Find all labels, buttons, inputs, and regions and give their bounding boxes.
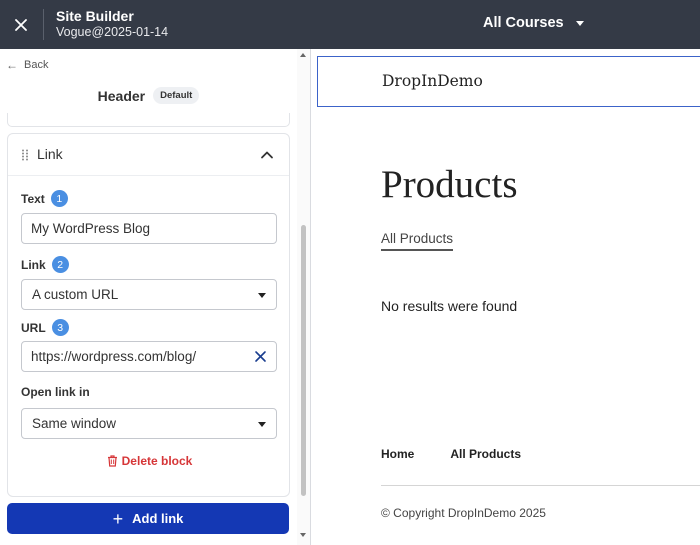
site-name[interactable]: DropInDemo	[382, 72, 483, 90]
open-in-select[interactable]: Same window	[21, 408, 277, 439]
link-text-input[interactable]: My WordPress Blog	[21, 213, 277, 244]
link-type-value: A custom URL	[32, 287, 119, 302]
open-in-field-label: Open link in	[21, 385, 90, 399]
close-icon	[15, 18, 27, 31]
default-badge: Default	[153, 87, 200, 104]
footer-nav: Home All Products	[381, 447, 557, 461]
delete-block-button[interactable]: Delete block	[8, 454, 291, 468]
add-link-label: Add link	[132, 511, 184, 526]
chevron-up-icon[interactable]	[259, 147, 275, 163]
footer-link-all-products[interactable]: All Products	[450, 447, 521, 461]
scroll-thumb[interactable]	[301, 225, 306, 496]
arrow-left-icon: ←	[6, 58, 18, 72]
drag-handle-icon[interactable]	[21, 149, 29, 161]
url-value: https://wordpress.com/blog/	[31, 349, 197, 364]
scroll-up-icon[interactable]	[300, 53, 306, 57]
link-text-value: My WordPress Blog	[31, 221, 151, 236]
back-link[interactable]: ← Back	[6, 58, 48, 72]
link-label: Link	[21, 257, 46, 272]
open-in-label: Open link in	[21, 385, 90, 399]
course-selector-label: All Courses	[483, 15, 564, 31]
text-label: Text	[21, 191, 45, 206]
text-field-label: Text 1	[21, 190, 68, 207]
link-card-title: Link	[37, 146, 63, 162]
close-button[interactable]	[0, 0, 42, 49]
back-label: Back	[24, 59, 49, 71]
url-input[interactable]: https://wordpress.com/blog/	[21, 341, 277, 372]
course-selector[interactable]: All Courses	[483, 15, 584, 31]
link-field-label: Link 2	[21, 256, 69, 273]
app-subtitle: Vogue@2025-01-14	[56, 25, 169, 39]
url-field-label: URL 3	[21, 319, 69, 336]
open-in-value: Same window	[32, 416, 117, 431]
panel-scrollbar[interactable]	[297, 49, 310, 545]
chevron-down-icon	[258, 422, 266, 427]
trash-icon	[107, 455, 117, 467]
step-badge-3: 3	[51, 319, 69, 336]
top-bar: Site Builder Vogue@2025-01-14 All Course…	[0, 0, 700, 49]
clear-icon[interactable]	[254, 350, 267, 363]
block-settings-panel: ← Back Header Default Link Text 1 My Wor…	[0, 49, 311, 545]
plus-icon: +	[112, 508, 124, 529]
topbar-divider	[43, 9, 44, 40]
app-title: Site Builder	[56, 8, 134, 24]
empty-message: No results were found	[381, 298, 518, 314]
delete-block-label: Delete block	[121, 454, 193, 468]
add-link-button[interactable]: + Add link	[7, 503, 289, 534]
footer-link-home[interactable]: Home	[381, 447, 414, 461]
step-badge-2: 2	[51, 256, 69, 273]
block-title-row: Header Default	[0, 87, 297, 104]
chevron-down-icon	[575, 20, 584, 26]
chevron-down-icon	[258, 293, 266, 298]
scroll-down-icon[interactable]	[300, 533, 306, 537]
card-divider	[8, 175, 289, 176]
preview-header-block[interactable]: DropInDemo	[317, 56, 700, 107]
previous-card	[7, 113, 290, 127]
link-block-card: Link Text 1 My WordPress Blog Link 2 A c…	[7, 133, 290, 497]
breadcrumb[interactable]: All Products	[381, 231, 454, 251]
footer-divider	[381, 485, 700, 486]
copyright: © Copyright DropInDemo 2025	[381, 506, 546, 520]
step-badge-1: 1	[50, 190, 68, 207]
link-type-select[interactable]: A custom URL	[21, 279, 277, 310]
block-title: Header	[97, 87, 146, 104]
site-preview: DropInDemo Products All Products No resu…	[311, 49, 700, 545]
page-heading: Products	[381, 163, 518, 206]
url-label: URL	[21, 320, 46, 335]
